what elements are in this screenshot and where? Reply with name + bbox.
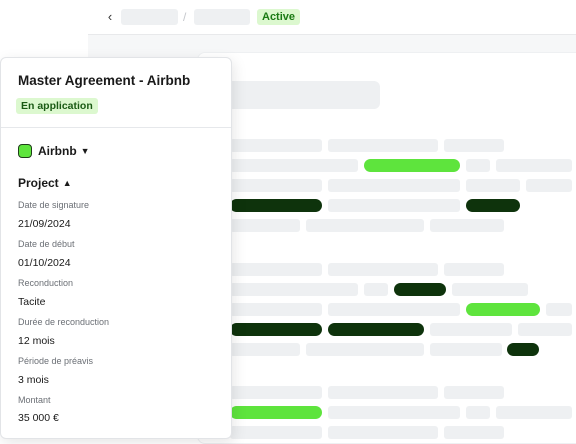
skeleton-bar: [230, 386, 322, 399]
skeleton-bar: [306, 343, 424, 356]
highlight-pill: [230, 406, 322, 419]
field-value-periode-preavis: 3 mois: [18, 374, 49, 386]
skeleton-bar: [518, 323, 572, 336]
breadcrumb-separator: /: [183, 10, 187, 24]
field-value-reconduction: Tacite: [18, 296, 46, 308]
field-label-duree-reconduction: Durée de reconduction: [18, 317, 110, 327]
dark-pill: [328, 323, 424, 336]
skeleton-bar: [328, 303, 460, 316]
skeleton-bar: [328, 386, 438, 399]
skeleton-bar: [328, 406, 460, 419]
field-value-date-signature: 21/09/2024: [18, 218, 71, 230]
field-value-montant: 35 000 €: [18, 412, 59, 424]
skeleton-bar: [526, 179, 572, 192]
skeleton-bar: [546, 303, 572, 316]
skeleton-bar: [444, 426, 504, 439]
skeleton-bar: [364, 283, 388, 296]
field-value-date-debut: 01/10/2024: [18, 257, 71, 269]
field-label-date-signature: Date de signature: [18, 200, 90, 210]
highlight-pill: [466, 303, 540, 316]
skeleton-bar: [328, 139, 438, 152]
breadcrumb-item-placeholder[interactable]: [121, 9, 178, 25]
field-label-montant: Montant: [18, 395, 51, 405]
chevron-down-icon: ▼: [80, 146, 90, 156]
skeleton-bar: [230, 263, 322, 276]
contract-details-panel: Master Agreement - Airbnb En application…: [0, 57, 232, 439]
dark-pill: [394, 283, 446, 296]
skeleton-bar: [430, 219, 504, 232]
skeleton-bar: [230, 139, 322, 152]
section-toggle-project[interactable]: Project ▲: [18, 176, 72, 190]
skeleton-bar: [444, 263, 504, 276]
company-selector[interactable]: Airbnb ▼: [18, 143, 90, 159]
skeleton-bar: [306, 219, 424, 232]
skeleton-bar: [328, 199, 460, 212]
skeleton-bar: [328, 426, 438, 439]
skeleton-bar: [466, 179, 520, 192]
skeleton-bar: [328, 263, 438, 276]
skeleton-bar: [230, 179, 322, 192]
skeleton-bar: [496, 406, 572, 419]
dark-pill: [230, 323, 322, 336]
status-badge: Active: [257, 9, 301, 25]
skeleton-bar: [328, 179, 460, 192]
contract-title: Master Agreement - Airbnb: [18, 73, 191, 88]
dark-pill: [507, 343, 539, 356]
application-status-badge: En application: [16, 98, 98, 114]
section-label: Project: [18, 176, 59, 190]
skeleton-bar: [230, 426, 322, 439]
skeleton-bar: [430, 343, 502, 356]
field-value-duree-reconduction: 12 mois: [18, 335, 55, 347]
skeleton-bar: [466, 159, 490, 172]
skeleton-bar: [452, 283, 528, 296]
skeleton-bar: [230, 159, 358, 172]
chevron-up-icon: ▲: [62, 178, 72, 188]
skeleton-bar: [230, 283, 358, 296]
skeleton-bar: [466, 406, 490, 419]
field-label-reconduction: Reconduction: [18, 278, 74, 288]
skeleton-bar: [230, 303, 322, 316]
skeleton-bar: [444, 386, 504, 399]
back-chevron-icon[interactable]: ‹: [102, 8, 118, 26]
title-placeholder: [226, 81, 380, 109]
skeleton-bar: [230, 219, 300, 232]
skeleton-bar: [496, 159, 572, 172]
field-label-date-debut: Date de début: [18, 239, 75, 249]
skeleton-bar: [430, 323, 512, 336]
highlight-pill: [364, 159, 460, 172]
skeleton-bar: [444, 139, 504, 152]
dark-pill: [230, 199, 322, 212]
company-logo-icon: [18, 144, 32, 158]
divider: [1, 127, 231, 128]
company-name: Airbnb: [38, 144, 77, 158]
skeleton-bar: [230, 343, 300, 356]
field-label-periode-preavis: Période de préavis: [18, 356, 94, 366]
dark-pill: [466, 199, 520, 212]
breadcrumb-item-placeholder[interactable]: [194, 9, 250, 25]
